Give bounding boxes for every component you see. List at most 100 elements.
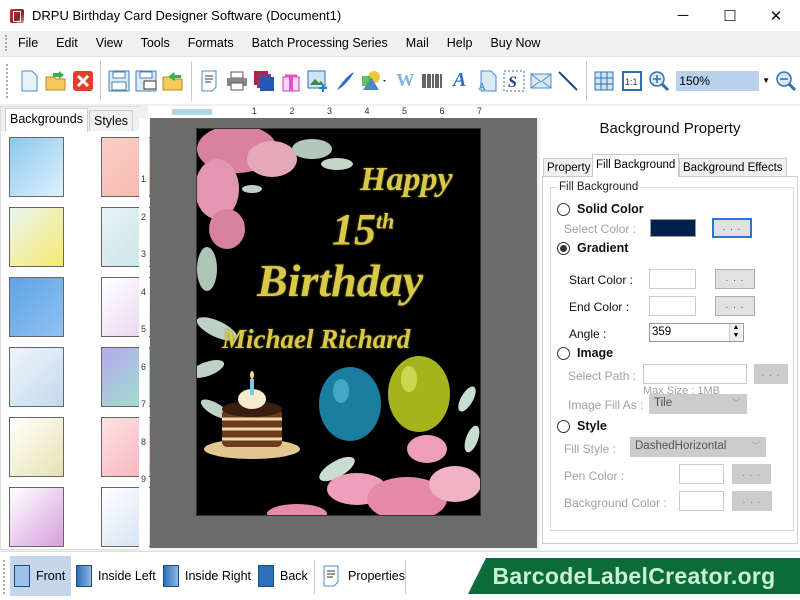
front-page-icon [14,565,30,587]
fill-style-select[interactable]: DashedHorizontal ﹀ [630,437,766,457]
front-page-button[interactable]: Front [10,556,71,596]
pen-color-button[interactable]: . . . [732,464,771,484]
signature-icon[interactable]: S [502,69,525,93]
start-color-swatch[interactable] [649,269,696,289]
left-panel-tabs: Backgrounds Styles [1,107,141,132]
toolbar-separator [585,60,587,101]
word-art-icon[interactable]: A [475,69,498,93]
tab-property[interactable]: Property [543,158,595,177]
title-bar: DRPU Birthday Card Designer Software (Do… [0,0,800,31]
menu-view[interactable]: View [87,31,132,55]
open-folder-icon[interactable] [44,69,67,93]
properties-icon[interactable] [198,69,221,93]
text-icon[interactable]: A [448,69,471,93]
card-text-happy[interactable]: Happy [360,161,470,199]
select-color-button[interactable]: . . . [712,218,752,238]
tab-backgrounds[interactable]: Backgrounds [5,108,88,132]
style-label[interactable]: Style [577,419,607,433]
actual-size-icon[interactable]: 1:1 [620,69,643,93]
image-label[interactable]: Image [577,346,613,360]
card-text-birthday[interactable]: Birthday [257,254,477,307]
birthday-card[interactable]: Happy 15th Birthday Michael Richard [196,128,481,516]
gradient-label[interactable]: Gradient [577,241,628,255]
inside-right-label: Inside Right [185,569,252,583]
solid-color-radio[interactable] [557,203,570,216]
background-thumbnail-clouds[interactable] [9,137,64,197]
inside-left-button[interactable]: Inside Left [72,556,160,596]
angle-spinner[interactable]: ▲ ▼ [729,324,742,341]
save-as-icon[interactable] [135,69,158,93]
background-color-swatch[interactable] [679,491,724,511]
select-path-label: Select Path : [568,369,637,383]
back-page-button[interactable]: Back [254,556,312,596]
background-thumbnail-daisies[interactable] [9,207,64,267]
ruler-tick-label: 2 [289,106,295,116]
close-button[interactable]: ✕ [753,0,799,31]
chevron-down-icon: ﹀ [750,441,760,451]
menu-file[interactable]: File [14,31,47,55]
menu-help[interactable]: Help [438,31,482,55]
style-radio[interactable] [557,420,570,433]
svg-text:1:1: 1:1 [625,77,638,87]
tab-styles[interactable]: Styles [89,110,134,131]
back-page-label: Back [280,569,308,583]
tab-background-effects[interactable]: Background Effects [679,158,787,177]
zoom-level-input[interactable]: 150% [676,70,760,91]
maximize-button[interactable]: ☐ [707,0,753,31]
zoom-in-icon[interactable] [647,69,670,93]
inside-left-page-icon [76,565,92,587]
layers-icon[interactable] [252,69,275,93]
signature-pen-icon[interactable] [334,69,357,93]
menu-edit[interactable]: Edit [47,31,87,55]
background-thumbnail-happy-birthday[interactable] [9,417,64,477]
new-document-icon[interactable] [17,69,40,93]
grid-icon[interactable] [593,69,616,93]
browse-image-button[interactable]: . . . [754,364,788,384]
background-thumbnail-stars[interactable] [9,277,64,337]
save-icon[interactable] [107,69,130,93]
bottom-separator [314,560,315,594]
minimize-button[interactable]: ─ [660,0,706,31]
gradient-radio[interactable] [557,242,570,255]
pen-color-swatch[interactable] [679,464,724,484]
image-fill-as-select[interactable]: Tile ﹀ [649,394,747,414]
watermark-icon[interactable]: W [394,69,417,93]
line-icon[interactable] [557,69,580,93]
tab-fill-background[interactable]: Fill Background [592,154,680,177]
gift-icon[interactable] [279,69,302,93]
end-color-button[interactable]: . . . [715,296,755,316]
menu-mail[interactable]: Mail [397,31,438,55]
app-icon [10,8,24,23]
shapes-icon[interactable] [361,69,390,93]
ruler-tick-label: 7 [477,106,483,116]
menu-formats[interactable]: Formats [179,31,243,55]
print-icon[interactable] [225,69,248,93]
barcode-icon[interactable] [421,69,444,93]
properties-label: Properties [348,569,405,583]
properties-button[interactable]: Properties [318,556,409,596]
backgrounds-panel: Backgrounds Styles [0,106,156,550]
ruler-tick-label: 4 [364,106,370,116]
image-path-input[interactable] [643,364,747,384]
end-color-swatch[interactable] [649,296,696,316]
close-icon[interactable] [71,69,94,93]
background-thumbnail-bubbles[interactable] [9,347,64,407]
menu-buy-now[interactable]: Buy Now [481,31,549,55]
card-text-age[interactable]: 15th [332,204,452,255]
open-template-icon[interactable] [162,69,185,93]
zoom-dropdown-arrow[interactable]: ▼ [759,76,773,85]
solid-color-swatch[interactable] [650,219,696,237]
menu-tools[interactable]: Tools [132,31,179,55]
solid-color-label[interactable]: Solid Color [577,202,644,216]
email-icon[interactable] [530,69,553,93]
menu-batch-processing[interactable]: Batch Processing Series [243,31,397,55]
image-radio[interactable] [557,347,570,360]
background-thumbnail-colorful-hearts[interactable] [9,487,64,547]
select-color-label: Select Color : [564,222,637,236]
start-color-button[interactable]: . . . [715,269,755,289]
background-color-button[interactable]: . . . [732,491,772,511]
insert-image-icon[interactable] [306,69,329,93]
inside-right-button[interactable]: Inside Right [159,556,255,596]
zoom-out-icon[interactable] [775,69,798,93]
card-text-name[interactable]: Michael Richard [222,324,480,355]
